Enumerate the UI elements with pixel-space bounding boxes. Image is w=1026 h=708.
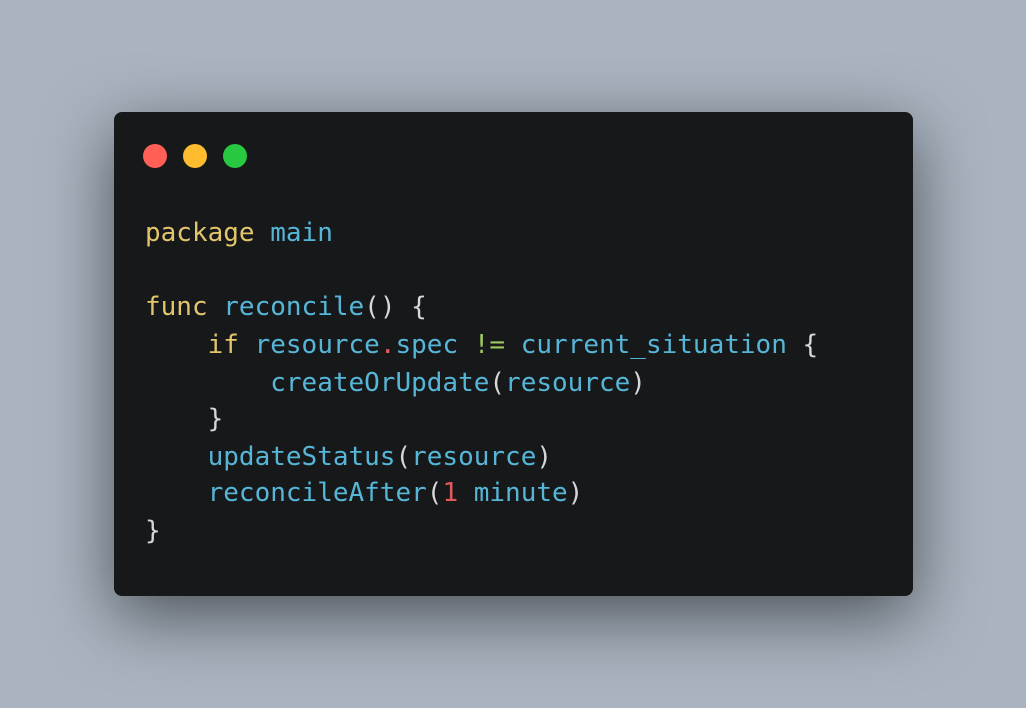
- update-status-call: updateStatus: [207, 442, 396, 472]
- number-literal: 1: [442, 478, 459, 508]
- function-name: reconcile: [223, 292, 365, 322]
- minimize-dot-icon[interactable]: [183, 144, 207, 168]
- create-or-update-call: createOrUpdate: [270, 368, 490, 398]
- func-close-brace: }: [145, 516, 161, 546]
- code-line-4: createOrUpdate(resource): [145, 365, 646, 401]
- params-parens: (): [364, 292, 396, 322]
- open-brace: {: [411, 292, 427, 322]
- open-paren: (: [395, 442, 412, 472]
- close-dot-icon[interactable]: [143, 144, 167, 168]
- spec-field: spec: [395, 330, 459, 360]
- package-name: main: [270, 218, 333, 248]
- keyword-func: func: [145, 292, 208, 322]
- code-line-7: reconcileAfter(1 minute): [145, 475, 584, 511]
- current-situation: current_situation: [520, 330, 787, 360]
- close-paren: ): [567, 478, 584, 508]
- minute-unit: minute: [473, 478, 568, 508]
- not-equal-operator: !=: [473, 330, 506, 360]
- code-line-1: package main: [145, 215, 333, 251]
- if-open-brace: {: [802, 330, 819, 360]
- code-line-8: }: [145, 513, 161, 549]
- resource-object: resource: [254, 330, 380, 360]
- zoom-dot-icon[interactable]: [223, 144, 247, 168]
- code-line-3: if resource.spec != current_situation {: [145, 327, 819, 363]
- code-line-5: }: [145, 401, 224, 437]
- close-paren: ): [630, 368, 646, 398]
- resource-arg: resource: [505, 368, 631, 398]
- keyword-package: package: [145, 218, 255, 248]
- code-line-2: func reconcile() {: [145, 289, 427, 325]
- if-close-brace: }: [207, 404, 224, 434]
- open-paren: (: [489, 368, 506, 398]
- screen: { "colors": { "background": "#a9b4c0", "…: [0, 0, 1026, 708]
- resource-arg: resource: [411, 442, 537, 472]
- reconcile-after-call: reconcileAfter: [207, 478, 427, 508]
- code-window: package main func reconcile() { if resou…: [114, 112, 913, 596]
- member-dot: .: [379, 330, 396, 360]
- code-line-6: updateStatus(resource): [145, 439, 552, 475]
- keyword-if: if: [207, 330, 239, 360]
- open-paren: (: [426, 478, 443, 508]
- close-paren: ): [536, 442, 553, 472]
